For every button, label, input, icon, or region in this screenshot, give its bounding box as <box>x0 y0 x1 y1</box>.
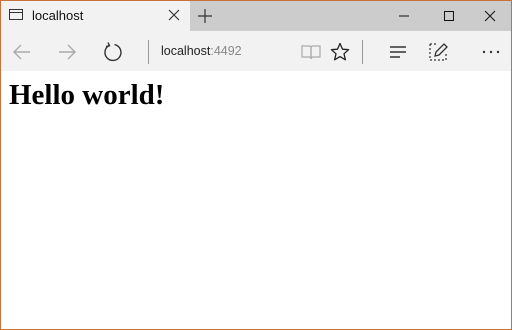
maximize-button[interactable] <box>426 1 472 31</box>
forward-icon <box>59 44 76 60</box>
reading-view-button[interactable] <box>300 41 322 63</box>
close-window-icon <box>484 10 496 22</box>
address-separator <box>148 40 149 64</box>
forward-button[interactable] <box>56 41 78 63</box>
toolbar-separator <box>362 40 363 64</box>
plus-icon <box>198 9 212 23</box>
refresh-icon <box>104 42 122 62</box>
minimize-icon <box>399 15 409 17</box>
web-note-button[interactable] <box>427 41 449 63</box>
address-port: :4492 <box>210 44 242 58</box>
title-bar: localhost <box>1 1 511 31</box>
browser-window: localhost localhost:4492 Hello world! <box>0 0 512 330</box>
page-heading: Hello world! <box>9 79 165 111</box>
refresh-button[interactable] <box>101 41 123 63</box>
minimize-button[interactable] <box>381 1 427 31</box>
back-icon <box>13 44 30 60</box>
page-icon <box>9 9 23 20</box>
more-icon <box>482 50 500 54</box>
reading-view-icon <box>301 45 321 60</box>
tab-localhost[interactable]: localhost <box>1 1 190 31</box>
web-note-icon <box>429 43 448 61</box>
tab-title: localhost <box>32 8 84 23</box>
address-bar[interactable]: localhost:4492 <box>161 44 242 58</box>
address-host: localhost <box>161 44 211 58</box>
favorite-star-icon <box>330 42 350 61</box>
window-close-button[interactable] <box>467 1 511 31</box>
hub-icon <box>390 46 406 58</box>
maximize-icon <box>444 11 454 21</box>
close-tab-button[interactable] <box>165 6 183 24</box>
back-button[interactable] <box>11 41 33 63</box>
close-icon <box>168 9 180 21</box>
new-tab-button[interactable] <box>194 5 216 27</box>
hub-button[interactable] <box>387 41 409 63</box>
more-button[interactable] <box>480 41 502 63</box>
favorite-button[interactable] <box>329 41 351 63</box>
page-content: Hello world! <box>1 71 511 329</box>
browser-toolbar: localhost:4492 <box>1 31 511 71</box>
